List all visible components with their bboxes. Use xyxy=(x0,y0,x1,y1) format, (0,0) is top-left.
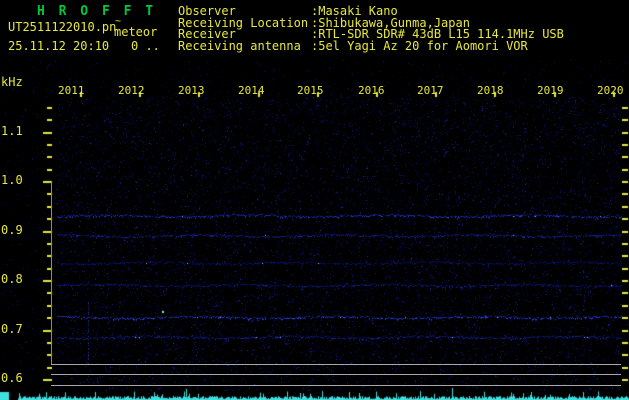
app-title: H R O F F T xyxy=(37,4,156,19)
freq-tick-label: 0.9 xyxy=(1,224,23,236)
freq-tick-label: 0.6 xyxy=(1,372,23,384)
info-label-antenna: Receiving antenna xyxy=(178,40,301,52)
hrofft-screen: H R O F F T UT2511122010.pn ~ meteor 25.… xyxy=(0,0,629,400)
freq-tick-label: 1.0 xyxy=(1,174,23,186)
level-grid-line xyxy=(51,385,621,386)
time-tick-label: 2016 xyxy=(358,85,385,97)
freq-tick-label: 0.7 xyxy=(1,323,23,335)
time-tick-label: 2013 xyxy=(178,85,205,97)
level-grid-line xyxy=(51,364,621,365)
time-tick-label: 2017 xyxy=(417,85,444,97)
freq-tick-label: 0.8 xyxy=(1,273,23,285)
plot-left-border xyxy=(51,181,52,365)
time-tick-label: 2020 xyxy=(597,85,624,97)
time-tick-label: 2015 xyxy=(297,85,324,97)
time-tick-label: 2014 xyxy=(238,85,265,97)
time-tick-label: 2018 xyxy=(477,85,504,97)
echo-count-text: 0 .. xyxy=(131,40,160,52)
freq-axis-unit: kHz xyxy=(1,76,23,88)
info-value-antenna: :5el Yagi Az 20 for Aomori VOR xyxy=(311,40,528,52)
filename-text: UT2511122010.pn xyxy=(8,21,116,33)
freq-tick-label: 1.1 xyxy=(1,125,23,137)
level-grid-line xyxy=(51,374,621,375)
time-tick-label: 2019 xyxy=(537,85,564,97)
datetime-text: 25.11.12 20:10 xyxy=(8,40,109,52)
time-tick-label: 2012 xyxy=(118,85,145,97)
software-overlay-text: meteor xyxy=(114,26,157,38)
time-tick-label: 2011 xyxy=(58,85,85,97)
spectrogram-canvas xyxy=(0,0,629,400)
